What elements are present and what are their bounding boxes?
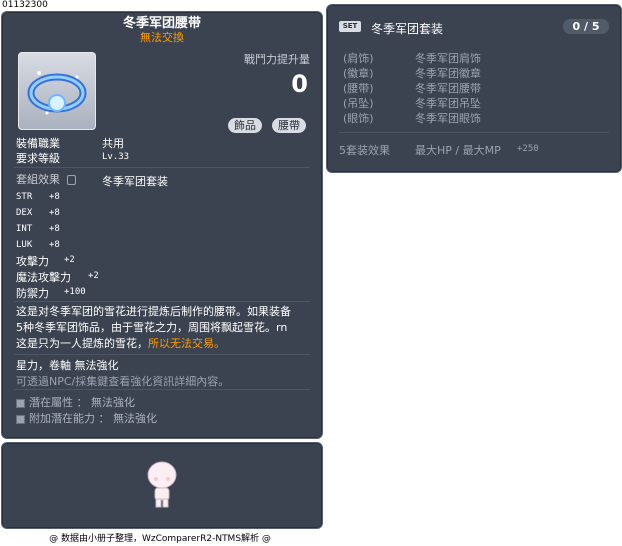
set-part-name: 冬季军团肩饰 [415, 52, 481, 65]
set-effect-value: +250 [517, 144, 539, 154]
set-part-slot: (眼饰) [343, 112, 374, 125]
trade-status: 無法交換 [140, 31, 184, 44]
set-effect-label: 套組效果 [16, 171, 76, 187]
stat-value: +100 [64, 287, 86, 297]
description-line: 这是只为一人提炼的雪花，所以无法交易。 [16, 336, 316, 352]
footer-credit: @ 数据由小册子整理，WzComparerR2-NTMS解析 @ [49, 534, 271, 544]
stat-value: +8 [49, 240, 60, 250]
set-effect-value: 冬季军团套装 [102, 175, 168, 188]
item-icon [18, 52, 96, 130]
set-part-slot: (肩饰) [343, 52, 374, 65]
combat-power-value: 0 [291, 70, 308, 98]
potential-text: 潛在屬性 ： 無法強化 [29, 396, 135, 409]
potential-row: 潛在屬性 ： 無法強化 [16, 394, 135, 410]
checkbox-icon [16, 414, 25, 424]
stat-name: 魔法攻擊力 [16, 271, 71, 284]
stat-name: 攻擊力 [16, 255, 49, 268]
stat-name: 防禦力 [16, 287, 49, 300]
item-id: 01132300 [2, 0, 48, 10]
tag-belt: 腰帶 [272, 118, 306, 133]
set-part-row: (肩饰) 冬季军团肩饰 [343, 50, 481, 66]
lock-icon [66, 175, 76, 185]
set-count: 0 / 5 [563, 19, 609, 34]
belt-icon [27, 71, 87, 115]
additional-potential-text: 附加潛在能力 ： 無法強化 [29, 412, 157, 425]
set-part-slot: (吊坠) [343, 97, 374, 110]
set-part-name: 冬季军团徽章 [415, 67, 481, 80]
set-part-row: (徽章) 冬季军团徽章 [343, 65, 481, 81]
set-part-name: 冬季军团吊坠 [415, 97, 481, 110]
description-highlight: 所以无法交易。 [148, 337, 225, 350]
item-description: 这是对冬季军团的雪花进行提炼后制作的腰带。如果装备 5种冬季军团饰品，由于雪花之… [16, 304, 316, 352]
divider [14, 389, 310, 390]
enhance-text: 星力，卷軸 無法強化 [16, 359, 119, 372]
set-effect-stat: 最大HP / 最大MP [415, 144, 501, 157]
checkbox-icon [16, 398, 25, 408]
stat-name: INT [16, 224, 33, 234]
item-tooltip-panel: 冬季军团腰带 無法交換 戰鬥力提升量 0 飾品 腰帶 裝備職業 共用 要求等級 … [1, 11, 323, 439]
additional-potential-row: 附加潛在能力 ： 無法強化 [16, 410, 157, 426]
set-badge: SET [339, 21, 361, 32]
set-effect-label-text: 套組效果 [16, 173, 60, 186]
enhance-hint: 可透過NPC/採集鍵查看強化資訊詳細內容。 [16, 375, 230, 388]
set-part-row: (眼饰) 冬季军团眼饰 [343, 110, 481, 126]
job-value: 共用 [102, 137, 124, 150]
set-name: 冬季军团套装 [371, 22, 444, 36]
stat-name: LUK [16, 240, 33, 250]
divider [14, 354, 310, 355]
stat-value: +8 [49, 192, 60, 202]
set-part-slot: (腰带) [343, 82, 374, 95]
set-part-name: 冬季军团眼饰 [415, 112, 481, 125]
stat-value: +2 [88, 271, 99, 281]
set-part-slot: (徽章) [343, 67, 374, 80]
divider [14, 167, 310, 168]
set-info-panel: SET 冬季军团套装 0 / 5 (肩饰) 冬季军团肩饰 (徽章) 冬季军团徽章… [326, 4, 622, 173]
stat-value: +8 [49, 224, 60, 234]
job-label: 裝備職業 [16, 137, 60, 150]
avatar [147, 461, 177, 508]
set-effect-count: 5套装效果 [339, 144, 390, 157]
description-line: 这是对冬季军团的雪花进行提炼后制作的腰带。如果装备 [16, 305, 291, 318]
stat-name: STR [16, 192, 33, 202]
level-label: 要求等級 [16, 152, 60, 165]
set-part-row: (腰带) 冬季军团腰带 [343, 80, 481, 96]
divider [14, 301, 310, 302]
combat-power-label: 戰鬥力提升量 [244, 53, 310, 66]
stat-value: +8 [49, 208, 60, 218]
level-value: Lv.33 [102, 152, 130, 162]
stat-value: +2 [64, 255, 75, 265]
description-line: 5种冬季军团饰品，由于雪花之力，周围将飘起雪花。rn [16, 321, 288, 334]
set-part-name: 冬季军团腰带 [415, 82, 481, 95]
avatar-preview-panel [1, 442, 323, 529]
description-text: 这是只为一人提炼的雪花， [16, 337, 148, 350]
tag-accessory: 飾品 [228, 118, 262, 133]
set-part-row: (吊坠) 冬季军团吊坠 [343, 95, 481, 111]
stat-name: DEX [16, 208, 33, 218]
divider [339, 132, 609, 133]
